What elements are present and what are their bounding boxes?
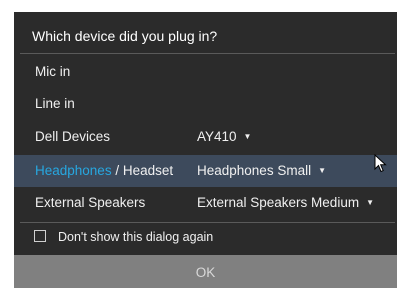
- headphones-dropdown[interactable]: Headphones Small ▼: [197, 155, 326, 187]
- button-bar: OK: [14, 255, 397, 288]
- dont-show-again-option[interactable]: Don't show this dialog again: [34, 228, 213, 246]
- chevron-down-icon: ▼: [366, 198, 374, 207]
- device-option-dell-devices[interactable]: Dell Devices AY410 ▼: [14, 121, 397, 153]
- mouse-pointer-icon: [374, 154, 387, 173]
- dont-show-again-label: Don't show this dialog again: [58, 230, 214, 244]
- device-option-external-speakers[interactable]: External Speakers External Speakers Medi…: [14, 187, 397, 219]
- device-option-mic-in[interactable]: Mic in: [14, 56, 397, 88]
- device-option-label: Line in: [35, 96, 75, 111]
- dialog-title: Which device did you plug in?: [32, 28, 218, 44]
- dropdown-value: Headphones Small: [197, 163, 312, 178]
- device-option-label: Mic in: [35, 64, 71, 79]
- device-option-label: Dell Devices: [35, 129, 111, 144]
- device-plug-dialog: Which device did you plug in? Mic in Lin…: [14, 12, 397, 288]
- dell-devices-dropdown[interactable]: AY410 ▼: [197, 121, 251, 153]
- headphones-label[interactable]: Headphones: [35, 163, 112, 178]
- headset-label[interactable]: Headset: [123, 163, 173, 178]
- dont-show-again-checkbox[interactable]: [34, 230, 46, 242]
- chevron-down-icon: ▼: [318, 166, 326, 175]
- label-separator: /: [111, 163, 123, 178]
- dropdown-value: External Speakers Medium: [197, 195, 360, 210]
- device-option-label: Headphones / Headset: [35, 155, 173, 187]
- title-divider: [20, 53, 395, 54]
- dropdown-value: AY410: [197, 129, 237, 144]
- external-speakers-dropdown[interactable]: External Speakers Medium ▼: [197, 187, 374, 219]
- device-option-headphones-headset[interactable]: Headphones / Headset Headphones Small ▼: [14, 155, 397, 187]
- ok-button[interactable]: OK: [14, 255, 397, 288]
- chevron-down-icon: ▼: [243, 132, 252, 141]
- bottom-divider: [20, 222, 395, 223]
- device-option-line-in[interactable]: Line in: [14, 88, 397, 120]
- device-option-label: External Speakers: [35, 195, 146, 210]
